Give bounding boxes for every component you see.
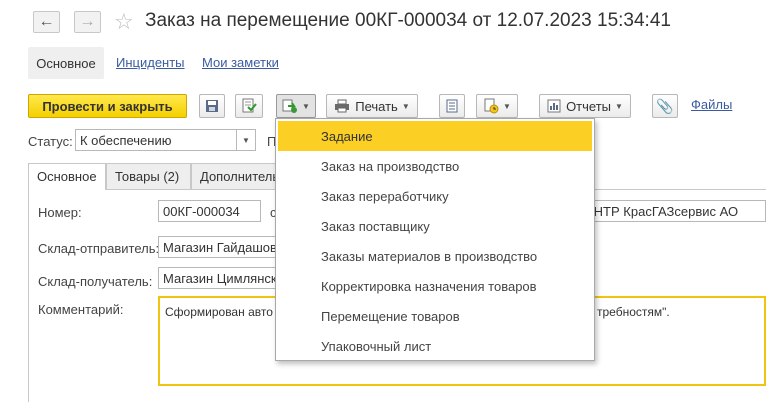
chevron-down-icon: ▼ (503, 101, 511, 111)
report-chart-icon (547, 99, 561, 113)
section-link-my-notes[interactable]: Мои заметки (202, 55, 279, 70)
save-icon (206, 100, 218, 112)
sender-warehouse-label: Склад-отправитель: (38, 241, 160, 256)
menu-item-supplier-order[interactable]: Заказ поставщику (276, 211, 594, 241)
chevron-down-icon: ▼ (615, 101, 623, 111)
sender-warehouse-field[interactable]: Магазин Гайдашов (158, 236, 278, 258)
comment-text-right: требностям". (597, 305, 670, 319)
section-tab-main-label: Основное (36, 55, 96, 71)
save-button[interactable] (199, 94, 225, 118)
arrow-right-icon: → (79, 13, 96, 30)
tab-main[interactable]: Основное (28, 163, 106, 190)
create-based-on-menu: Задание Заказ на производство Заказ пере… (275, 118, 595, 361)
menu-item-task[interactable]: Задание (278, 121, 592, 151)
section-link-incidents[interactable]: Инциденты (116, 55, 185, 70)
number-field[interactable]: 00КГ-000034 (158, 200, 261, 222)
reports-label: Отчеты (566, 98, 611, 114)
forward-button[interactable]: → (74, 11, 101, 33)
window-title: Заказ на перемещение 00КГ-000034 от 12.0… (145, 10, 671, 31)
back-button[interactable]: ← (33, 11, 60, 33)
menu-item-material-orders[interactable]: Заказы материалов в производство (276, 241, 594, 271)
tab-goods[interactable]: Товары (2) (106, 163, 191, 189)
favorite-star-icon[interactable]: ☆ (114, 9, 134, 35)
post-and-close-label: Провести и закрыть (42, 98, 173, 114)
chevron-down-icon: ▼ (401, 101, 410, 111)
status-label: Статус: (28, 134, 73, 149)
menu-item-production-order[interactable]: Заказ на производство (276, 151, 594, 181)
organization-field[interactable]: ЕНТР КрасГАЗсервис АО (583, 200, 766, 222)
comment-label: Комментарий: (38, 302, 124, 317)
list-button[interactable] (439, 94, 465, 118)
list-icon (446, 99, 458, 113)
receiver-warehouse-label: Склад-получатель: (38, 274, 153, 289)
chevron-down-icon: ▼ (302, 101, 310, 111)
files-link[interactable]: Файлы (691, 97, 732, 112)
menu-item-packing-list[interactable]: Упаковочный лист (276, 331, 594, 361)
create-based-on-icon (282, 99, 298, 113)
post-document-icon (242, 98, 257, 113)
tab-panel-border (28, 189, 29, 402)
status-dropdown-button[interactable]: ▼ (236, 129, 256, 151)
arrow-left-icon: ← (38, 13, 55, 30)
attach-files-button[interactable]: 📎 (652, 94, 678, 118)
menu-item-goods-transfer[interactable]: Перемещение товаров (276, 301, 594, 331)
section-tab-main[interactable]: Основное (28, 47, 104, 79)
create-based-on-button[interactable]: ▼ (276, 94, 316, 118)
reports-button[interactable]: Отчеты ▼ (539, 94, 631, 118)
menu-item-processor-order[interactable]: Заказ переработчику (276, 181, 594, 211)
printer-icon (335, 99, 350, 113)
paperclip-icon: 📎 (656, 97, 674, 114)
chevron-down-icon: ▼ (242, 135, 250, 145)
post-and-close-button[interactable]: Провести и закрыть (28, 94, 187, 118)
number-label: Номер: (38, 205, 82, 220)
status-field[interactable]: К обеспечению (75, 129, 237, 151)
menu-item-goods-assignment-adjustment[interactable]: Корректировка назначения товаров (276, 271, 594, 301)
print-button[interactable]: Печать ▼ (326, 94, 418, 118)
post-button[interactable] (235, 94, 263, 118)
tab-additional[interactable]: Дополнительно (191, 163, 281, 189)
comment-text-left: Сформирован авто (165, 305, 273, 319)
receiver-warehouse-field[interactable]: Магазин Цимлянск (158, 267, 278, 289)
print-label: Печать (355, 98, 398, 114)
document-clock-icon (484, 98, 499, 114)
task-button[interactable]: ▼ (476, 94, 518, 118)
